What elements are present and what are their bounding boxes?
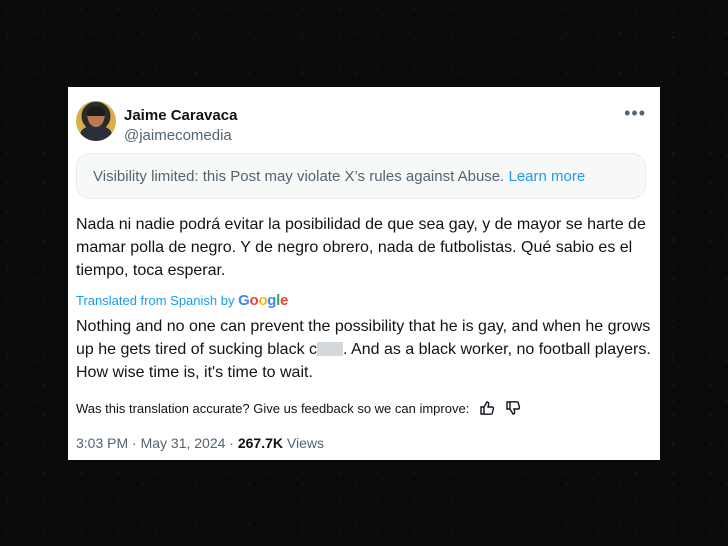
display-name[interactable]: Jaime Caravaca <box>124 107 237 124</box>
visibility-notice: Visibility limited: this Post may violat… <box>76 153 646 199</box>
post-original-text: Nada ni nadie podrá evitar la posibilida… <box>76 216 646 279</box>
feedback-text: Was this translation accurate? Give us f… <box>76 401 470 416</box>
notice-text: Visibility limited: this Post may violat… <box>93 168 505 185</box>
thumbs-up-icon[interactable] <box>479 400 495 416</box>
thumbs-down-icon[interactable] <box>505 400 521 416</box>
post-translation-text: Nothing and no one can prevent the possi… <box>76 315 651 384</box>
redacted-blur <box>317 342 344 356</box>
translation-feedback: Was this translation accurate? Give us f… <box>76 400 521 416</box>
translated-from-label[interactable]: Translated from Spanish by Google <box>76 292 288 309</box>
more-icon[interactable]: ••• <box>624 104 646 122</box>
views-count[interactable]: 267.7K <box>238 435 283 451</box>
user-handle[interactable]: @jaimecomedia <box>124 127 232 144</box>
tweet-card: Jaime Caravaca @jaimecomedia ••• Visibil… <box>68 87 660 460</box>
post-meta: 3:03 PM · May 31, 2024 · 267.7K Views <box>76 435 324 451</box>
avatar-body <box>80 125 112 141</box>
google-logo: Google <box>238 292 289 309</box>
views-label: Views <box>283 435 324 451</box>
timestamp[interactable]: 3:03 PM · May 31, 2024 · <box>76 435 238 451</box>
avatar-hair <box>87 107 105 116</box>
avatar[interactable] <box>76 101 116 141</box>
translated-label-text: Translated from Spanish by <box>76 293 235 308</box>
learn-more-link[interactable]: Learn more <box>508 168 585 185</box>
